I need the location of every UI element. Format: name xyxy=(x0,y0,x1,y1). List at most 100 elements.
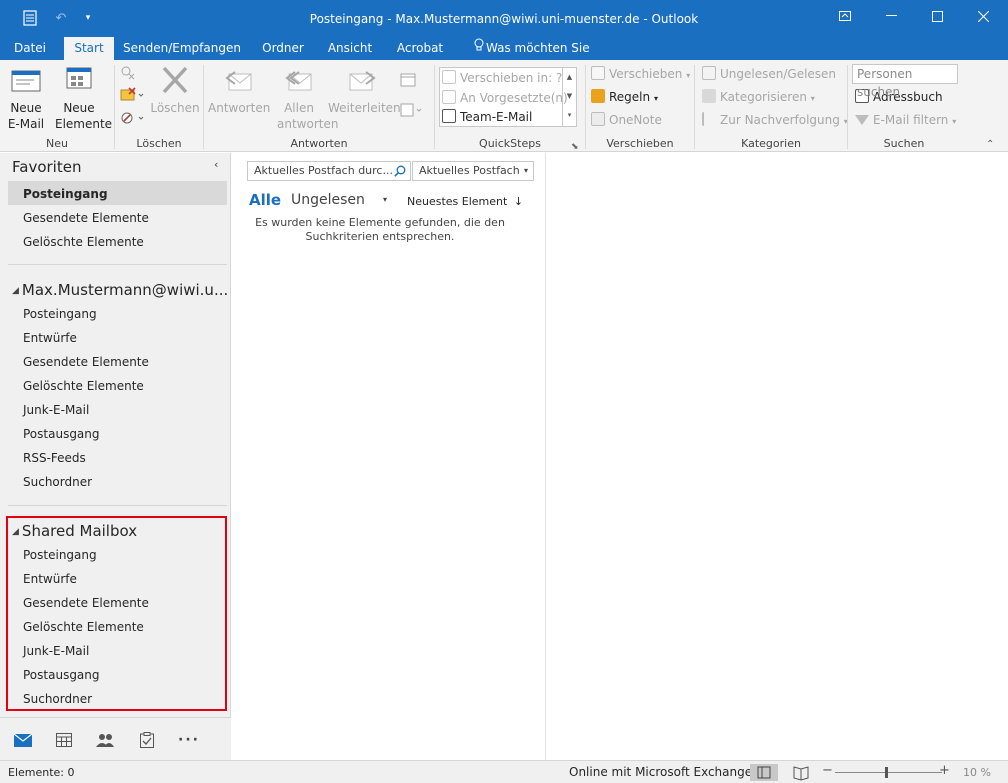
move-to-folder-icon xyxy=(442,70,456,84)
mailbox-search-placeholder: Aktuelles Postfach durc... xyxy=(254,164,393,177)
sort-by-label: Neuestes Element xyxy=(407,195,508,208)
move-button[interactable]: Verschieben ▾ xyxy=(591,64,690,84)
normal-view-icon xyxy=(757,766,771,779)
folder-postausgang[interactable]: Postausgang xyxy=(23,427,100,441)
zoom-in-icon[interactable]: + xyxy=(939,763,950,778)
tasks-icon[interactable] xyxy=(136,730,158,750)
team-email-icon xyxy=(442,109,456,123)
nav-separator xyxy=(8,264,227,265)
normal-view-button[interactable] xyxy=(750,764,778,781)
zoom-level[interactable]: 10 % xyxy=(963,766,991,779)
categorize-button[interactable]: Kategorisieren ▾ xyxy=(702,87,815,107)
folder-rss-feeds[interactable]: RSS-Feeds xyxy=(23,451,86,465)
flag-icon xyxy=(702,112,716,126)
account-header[interactable]: ◢ Max.Mustermann@wiwi.u... xyxy=(12,281,228,299)
title-bar: ↶ ▾ Posteingang - Max.Mustermann@wiwi.un… xyxy=(0,0,1008,37)
zoom-slider-thumb[interactable] xyxy=(885,767,888,778)
favorite-folder-geloeschte-elemente[interactable]: Gelöschte Elemente xyxy=(23,235,144,249)
zoom-out-icon[interactable]: − xyxy=(822,763,833,778)
meeting-reply-icon[interactable] xyxy=(400,72,416,92)
new-items-button[interactable]: Neue Elemente xyxy=(48,66,113,132)
quicksteps-scroll[interactable]: ▲ ▼ ▾ xyxy=(562,68,576,126)
mailbox-search-input[interactable]: Aktuelles Postfach durc... xyxy=(247,161,411,181)
ribbon-tabs: Datei Start Senden/Empfangen Ordner Ansi… xyxy=(0,37,1008,77)
people-icon[interactable] xyxy=(94,730,116,750)
new-email-button[interactable]: Neue E-Mail xyxy=(5,66,47,132)
filter-dropdown-icon[interactable]: ▾ xyxy=(383,195,387,204)
quicksteps-gallery[interactable]: Verschieben in: ? An Vorgesetzte(n) Team… xyxy=(439,67,577,127)
onenote-button[interactable]: OneNote xyxy=(591,110,662,130)
zoom-slider-track[interactable] xyxy=(835,772,942,773)
quickstep-label: An Vorgesetzte(n) xyxy=(460,91,568,105)
calendar-icon[interactable] xyxy=(53,730,75,750)
quickstep-label: Team-E-Mail xyxy=(460,110,533,124)
sort-by-dropdown[interactable]: Neuestes Element ↓ xyxy=(407,195,523,208)
reply-all-button[interactable]: Allen antworten xyxy=(270,66,338,132)
tab-ordner[interactable]: Ordner xyxy=(255,37,311,60)
delete-button[interactable]: Löschen xyxy=(150,66,200,116)
ignore-icon[interactable] xyxy=(120,65,136,85)
connection-status: Online mit Microsoft Exchange xyxy=(569,765,753,779)
mail-icon[interactable] xyxy=(12,730,34,750)
folder-posteingang[interactable]: Posteingang xyxy=(23,307,97,321)
close-icon[interactable] xyxy=(960,0,1006,32)
maximize-icon[interactable] xyxy=(914,0,960,32)
group-label-quicksteps: QuickSteps xyxy=(479,137,541,150)
folder-entwuerfe[interactable]: Entwürfe xyxy=(23,331,77,345)
unread-read-button[interactable]: Ungelesen/Gelesen xyxy=(702,64,836,84)
group-label-suchen: Suchen xyxy=(883,137,925,150)
tab-datei[interactable]: Datei xyxy=(8,37,52,60)
folder-geloeschte-elemente[interactable]: Gelöschte Elemente xyxy=(23,379,144,393)
new-email-label: Neue E-Mail xyxy=(7,101,45,131)
minimize-icon[interactable] xyxy=(868,0,914,32)
rules-label: Regeln xyxy=(609,90,651,104)
reply-button[interactable]: Antworten xyxy=(208,66,270,116)
rules-button[interactable]: Regeln ▾ xyxy=(591,87,658,107)
junk-icon[interactable] xyxy=(120,110,144,130)
follow-up-button[interactable]: Zur Nachverfolgung ▾ xyxy=(702,110,848,130)
tell-me-search[interactable]: Was möchten Sie tun? xyxy=(486,37,610,77)
search-scope-dropdown[interactable]: Aktuelles Postfach ▾ xyxy=(412,161,534,181)
more-options-icon[interactable]: ··· xyxy=(178,730,200,750)
reply-all-icon xyxy=(285,71,312,91)
filter-all-tab[interactable]: Alle xyxy=(249,191,281,209)
filter-email-button[interactable]: E-Mail filtern ▾ xyxy=(855,110,956,130)
filter-email-label: E-Mail filtern xyxy=(873,113,949,127)
filter-unread-tab[interactable]: Ungelesen xyxy=(291,192,365,208)
tab-acrobat[interactable]: Acrobat xyxy=(391,37,449,60)
favorites-header[interactable]: Favoriten xyxy=(12,158,81,176)
nav-separator xyxy=(8,505,227,506)
more-reply-icon[interactable] xyxy=(400,102,424,122)
chevron-down-icon: ▾ xyxy=(523,166,528,175)
group-label-neu: Neu xyxy=(46,137,68,150)
new-email-icon xyxy=(11,70,41,92)
quickstep-item[interactable]: Verschieben in: ? xyxy=(442,69,562,88)
new-items-label: Neue Elemente xyxy=(55,101,113,131)
forward-to-manager-icon xyxy=(442,90,456,104)
forward-button[interactable]: Weiterleiten xyxy=(328,66,401,116)
delete-icon xyxy=(162,66,188,94)
tab-start[interactable]: Start xyxy=(64,37,114,60)
folder-gesendete-elemente[interactable]: Gesendete Elemente xyxy=(23,355,149,369)
collapse-folder-pane-icon[interactable]: ‹ xyxy=(214,158,218,171)
quickstep-item[interactable]: An Vorgesetzte(n) xyxy=(442,89,568,108)
collapse-ribbon-icon[interactable]: ⌃ xyxy=(986,135,994,155)
cleanup-icon[interactable] xyxy=(120,87,144,107)
people-search-input[interactable]: Personen suchen xyxy=(852,64,958,99)
item-count: Elemente: 0 xyxy=(8,766,75,779)
tab-senden-empfangen[interactable]: Senden/Empfangen xyxy=(122,37,242,60)
tab-ansicht[interactable]: Ansicht xyxy=(322,37,378,60)
move-icon xyxy=(591,66,605,80)
quickstep-item[interactable]: Team-E-Mail xyxy=(442,108,532,127)
envelope-icon xyxy=(702,66,716,80)
ribbon-display-options-icon[interactable] xyxy=(822,0,868,32)
favorite-folder-gesendete-elemente[interactable]: Gesendete Elemente xyxy=(23,211,149,225)
expand-triangle-icon: ◢ xyxy=(12,286,19,296)
reading-view-icon xyxy=(793,766,809,781)
favorite-folder-posteingang[interactable]: Posteingang xyxy=(23,187,108,201)
folder-suchordner[interactable]: Suchordner xyxy=(23,475,92,489)
reading-view-button[interactable] xyxy=(790,764,812,781)
filter-icon xyxy=(855,115,869,125)
folder-junk-e-mail[interactable]: Junk-E-Mail xyxy=(23,403,89,417)
sort-arrow-icon: ↓ xyxy=(513,195,524,208)
